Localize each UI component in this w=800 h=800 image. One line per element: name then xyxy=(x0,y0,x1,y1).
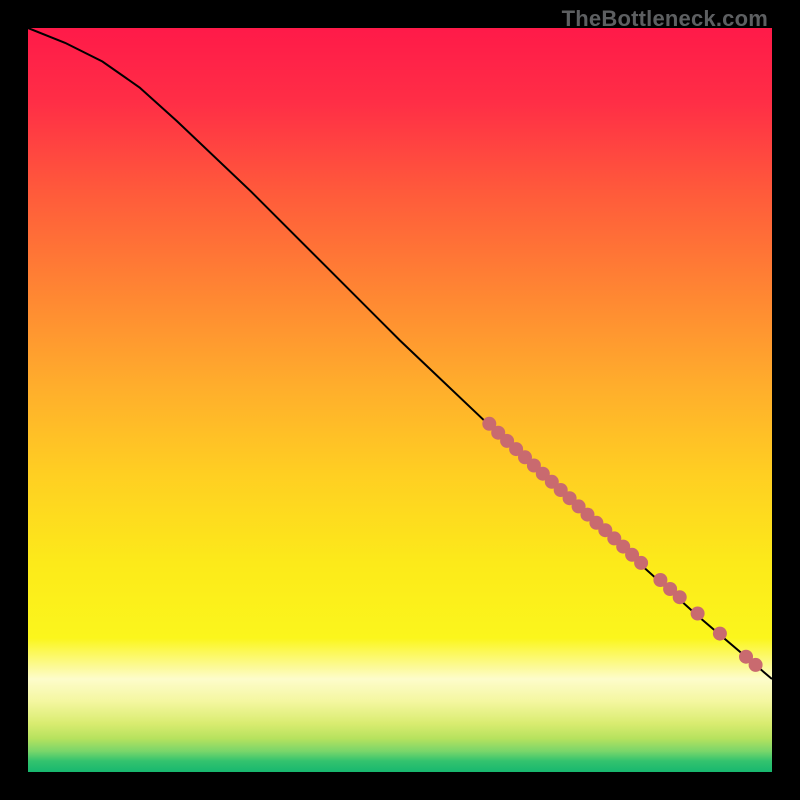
chart-svg xyxy=(28,28,772,772)
chart-marker xyxy=(634,556,648,570)
chart-frame: TheBottleneck.com xyxy=(0,0,800,800)
chart-marker xyxy=(691,607,705,621)
chart-background xyxy=(28,28,772,772)
watermark-text: TheBottleneck.com xyxy=(562,6,768,32)
chart-marker xyxy=(673,590,687,604)
chart-marker xyxy=(749,658,763,672)
chart-marker xyxy=(713,627,727,641)
chart-plot-area xyxy=(28,28,772,772)
